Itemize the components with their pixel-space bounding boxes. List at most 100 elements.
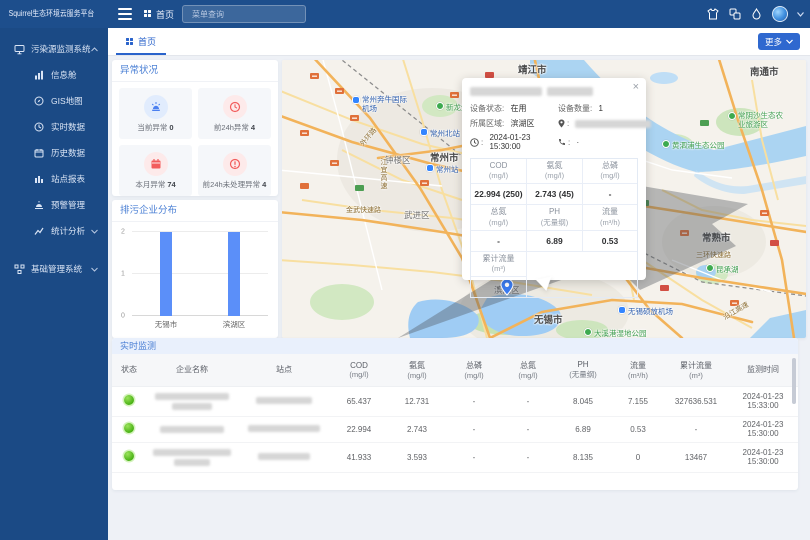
cell-total: - xyxy=(664,416,728,442)
breadcrumb[interactable]: 首页 xyxy=(144,0,174,28)
location-icon xyxy=(558,119,565,128)
sidebar-item-gis-map[interactable]: GIS地图 xyxy=(0,88,108,114)
dark-mode-icon[interactable] xyxy=(750,8,763,21)
chart-plot: 012无锡市滨湖区 xyxy=(132,232,268,316)
siren-icon xyxy=(144,95,168,119)
table-row[interactable]: 41.933 3.593 - - 8.135 0 13467 2024-01-2… xyxy=(112,442,798,472)
cell-time: 2024-01-23 15:30:00 xyxy=(728,442,798,472)
stat-label: 本月异常 xyxy=(135,180,165,189)
tab-bar: 首页 更多 xyxy=(108,28,810,56)
chart-panel-title: 排污企业分布 xyxy=(112,200,278,222)
table-row[interactable]: 22.994 2.743 - - 6.89 0.53 - 2024-01-23 … xyxy=(112,416,798,442)
sidebar-item-realtime-data[interactable]: 实时数据 xyxy=(0,114,108,140)
realtime-monitor-panel: 实时监测 状态 企业名称 站点 COD(mg/l) 氨氮(mg/l) 总磷(mg… xyxy=(112,338,798,490)
metric-value: - xyxy=(471,277,527,297)
time-icon xyxy=(470,138,479,147)
cell-nh3: 12.731 xyxy=(388,386,446,416)
metric-name: 总磷 xyxy=(583,161,637,171)
gridline xyxy=(132,273,268,274)
y-axis-tick: 1 xyxy=(121,271,125,278)
cell-cod: 41.933 xyxy=(330,442,388,472)
sidebar-item-info-hub[interactable]: 信息舱 xyxy=(0,62,108,88)
user-avatar[interactable] xyxy=(772,6,788,22)
tab-active-underline xyxy=(116,53,166,55)
bar-无锡市 xyxy=(160,232,172,316)
sidebar-item-label: 基础管理系统 xyxy=(31,263,91,275)
tab-home-icon xyxy=(126,38,134,46)
stat-value: 4 xyxy=(262,180,266,189)
table-scrollbar[interactable] xyxy=(792,358,796,404)
cell-tn: - xyxy=(502,442,554,472)
cell-total: 13467 xyxy=(664,442,728,472)
sidebar-item-label: GIS地图 xyxy=(51,95,108,107)
sidebar-item-statistics[interactable]: 统计分析 xyxy=(0,218,108,244)
gridline xyxy=(132,231,268,232)
stat-current-alerts[interactable]: 当前异常0 xyxy=(119,88,192,139)
col-total-flow: 累计流量(m³) xyxy=(664,354,728,386)
clock-icon xyxy=(34,122,45,133)
metric-name: 总氮 xyxy=(471,207,526,217)
clock-alert-icon xyxy=(223,95,247,119)
alerts-panel: 异常状况 当前异常0 前24h异常4 xyxy=(112,60,278,196)
metric-value: 0.53 xyxy=(583,231,637,252)
tab-home[interactable]: 首页 xyxy=(116,28,166,55)
menu-toggle-icon[interactable] xyxy=(118,8,132,20)
cell-tp: - xyxy=(446,386,502,416)
sidebar-item-base-management[interactable]: 基础管理系统 xyxy=(0,256,108,282)
cell-total: 327636.531 xyxy=(664,386,728,416)
chevron-up-icon xyxy=(91,47,98,52)
metric-value: - xyxy=(471,231,527,252)
cell-flow: 7.155 xyxy=(612,386,664,416)
col-station: 站点 xyxy=(238,354,330,386)
theme-skin-icon[interactable] xyxy=(706,8,719,21)
sidebar-item-site-report[interactable]: 站点报表 xyxy=(0,166,108,192)
stat-24h-alerts[interactable]: 前24h异常4 xyxy=(198,88,271,139)
sidebar-item-label: 站点报表 xyxy=(51,173,108,185)
cell-cod: 22.994 xyxy=(330,416,388,442)
search-input[interactable] xyxy=(192,10,302,19)
breadcrumb-home-label: 首页 xyxy=(156,8,174,21)
gis-compass-icon xyxy=(34,96,45,107)
app-root: Squirrel生态环境云服务平台 首页 xyxy=(0,0,810,540)
stat-unhandled-alerts[interactable]: 前24h未处理异常4 xyxy=(198,145,271,196)
popup-field-label: : xyxy=(481,138,483,147)
gridline xyxy=(132,315,268,316)
phone-icon xyxy=(558,138,566,146)
user-menu-chevron-icon[interactable] xyxy=(797,12,804,17)
popup-field-value: 1 xyxy=(598,104,602,113)
chevron-down-icon xyxy=(91,229,98,234)
sidebar-item-pollution-system[interactable]: 污染源监测系统 xyxy=(0,36,108,62)
y-axis-tick: 0 xyxy=(121,313,125,320)
station-popup: × 设备状态: 在用 设备数量: 1 所属区域: 滨湖区 : : 2024 xyxy=(462,78,646,280)
stat-month-alerts[interactable]: 本月异常74 xyxy=(119,145,192,196)
more-button[interactable]: 更多 xyxy=(758,33,800,50)
cell-nh3: 3.593 xyxy=(388,442,446,472)
cell-flow: 0 xyxy=(612,442,664,472)
popup-close-icon[interactable]: × xyxy=(633,82,639,93)
sidebar-item-alert-management[interactable]: 预警管理 xyxy=(0,192,108,218)
popup-field-label: : xyxy=(568,138,570,147)
gis-map[interactable]: 靖江市南通市常州市常熟市无锡市钟楼区武进区滨湖区新龙生态林常阴沙生态农业旅游区黄… xyxy=(282,60,806,338)
cell-time: 2024-01-23 15:33:00 xyxy=(728,386,798,416)
metric-value: 2.743 (45) xyxy=(527,184,583,205)
table-row[interactable]: 65.437 12.731 - - 8.045 7.155 327636.531… xyxy=(112,386,798,416)
realtime-table: 状态 企业名称 站点 COD(mg/l) 氨氮(mg/l) 总磷(mg/l) 总… xyxy=(112,354,798,473)
popup-field-value: · xyxy=(576,138,579,147)
popup-field-label: 所属区域: xyxy=(470,118,504,129)
header-actions xyxy=(706,0,804,28)
language-icon[interactable] xyxy=(728,8,741,21)
metric-unit: (mg/l) xyxy=(471,218,526,227)
station-name-redacted xyxy=(258,453,310,460)
popup-address-redacted xyxy=(575,120,651,128)
home-grid-icon xyxy=(144,10,152,18)
bar-滨湖区 xyxy=(228,232,240,316)
cell-cod: 65.437 xyxy=(330,386,388,416)
metric-name: 氨氮 xyxy=(527,161,582,171)
col-flow: 流量(m³/h) xyxy=(612,354,664,386)
cell-time: 2024-01-23 15:30:00 xyxy=(728,416,798,442)
alarm-icon xyxy=(34,200,45,211)
sidebar-item-history-data[interactable]: 历史数据 xyxy=(0,140,108,166)
menu-search[interactable] xyxy=(182,5,306,23)
col-time: 监测时间 xyxy=(728,354,798,386)
cell-ph: 8.135 xyxy=(554,442,612,472)
